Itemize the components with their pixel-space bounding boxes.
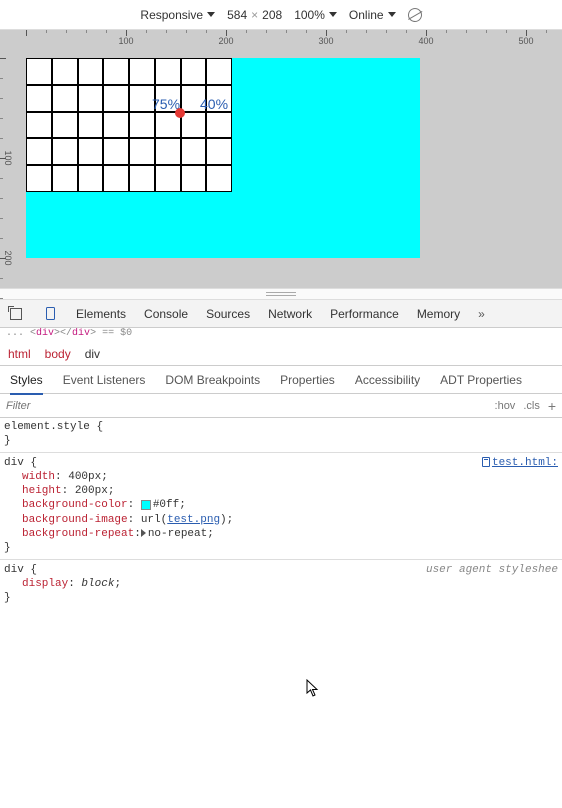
responsive-mode-label: Responsive xyxy=(140,8,203,22)
throttle-dropdown[interactable]: Online xyxy=(349,8,396,22)
more-tabs-button[interactable]: » xyxy=(478,307,485,321)
ruler-horizontal: 100 200 300 400 500 xyxy=(0,30,562,56)
subtab-event-listeners[interactable]: Event Listeners xyxy=(63,373,146,387)
breadcrumb-html[interactable]: html xyxy=(8,347,31,361)
hov-toggle[interactable]: :hov xyxy=(495,400,516,412)
position-y-label: 40% xyxy=(200,96,228,112)
ruler-tick-label: 500 xyxy=(518,36,533,46)
url-link[interactable]: test.png xyxy=(167,514,220,526)
position-grid-overlay[interactable] xyxy=(26,58,232,192)
decl-background-repeat[interactable]: background-repeat:no-repeat; xyxy=(4,527,558,541)
styles-filter-row: :hov .cls + xyxy=(0,394,562,418)
inspect-icon xyxy=(10,308,22,320)
pane-drag-handle[interactable] xyxy=(0,288,562,300)
chevron-down-icon xyxy=(388,12,396,17)
rotate-icon xyxy=(405,5,424,24)
rule-element-style[interactable]: element.style { } xyxy=(4,420,558,449)
decl-background-image[interactable]: background-image: url(test.png); xyxy=(4,513,558,527)
source-link[interactable]: test.html: xyxy=(482,456,558,470)
ruler-vertical: 100 200 xyxy=(0,30,26,288)
throttle-label: Online xyxy=(349,8,384,22)
dom-source-line: ... <div></div> == $0 xyxy=(0,328,562,342)
subtab-styles[interactable]: Styles xyxy=(10,373,43,395)
chevron-down-icon xyxy=(207,12,215,17)
tab-memory[interactable]: Memory xyxy=(417,307,460,321)
tab-network[interactable]: Network xyxy=(268,307,312,321)
subtab-adt-properties[interactable]: ADT Properties xyxy=(440,373,522,387)
cls-toggle[interactable]: .cls xyxy=(523,400,540,412)
color-swatch[interactable] xyxy=(141,500,151,510)
styles-sub-tabs: Styles Event Listeners DOM Breakpoints P… xyxy=(0,366,562,394)
responsive-mode-dropdown[interactable]: Responsive xyxy=(140,8,215,22)
tab-console[interactable]: Console xyxy=(144,307,188,321)
device-icon xyxy=(46,307,55,320)
subtab-accessibility[interactable]: Accessibility xyxy=(355,373,420,387)
zoom-dropdown[interactable]: 100% xyxy=(294,8,337,22)
ruler-tick-label: 200 xyxy=(218,36,233,46)
dimension-x: × xyxy=(251,8,258,22)
rotate-button[interactable] xyxy=(408,8,422,22)
subtab-dom-breakpoints[interactable]: DOM Breakpoints xyxy=(165,373,260,387)
ruler-tick-label: 100 xyxy=(118,36,133,46)
breadcrumb-div[interactable]: div xyxy=(85,347,100,361)
rule-div-ua[interactable]: user agent styleshee div { display: bloc… xyxy=(4,563,558,606)
ruler-tick-label: 100 xyxy=(3,150,13,165)
rule-div-author[interactable]: test.html: div { width: 400px; height: 2… xyxy=(4,456,558,556)
styles-pane: element.style { } test.html: div { width… xyxy=(0,418,562,610)
new-style-rule-button[interactable]: + xyxy=(548,398,556,414)
subtab-properties[interactable]: Properties xyxy=(280,373,335,387)
zoom-label: 100% xyxy=(294,8,325,22)
ruler-tick-label: 300 xyxy=(318,36,333,46)
position-dot[interactable] xyxy=(175,108,185,118)
decl-width[interactable]: width: 400px; xyxy=(4,470,558,484)
selector: div xyxy=(4,564,24,576)
ua-stylesheet-label: user agent styleshee xyxy=(426,563,558,577)
expand-shorthand-icon[interactable] xyxy=(141,529,146,537)
mouse-cursor-icon xyxy=(306,679,320,697)
file-icon xyxy=(482,457,490,467)
dimensions: 584 × 208 xyxy=(227,8,282,22)
devtools-main-tabs: Elements Console Sources Network Perform… xyxy=(0,300,562,328)
tab-elements[interactable]: Elements xyxy=(76,307,126,321)
tab-sources[interactable]: Sources xyxy=(206,307,250,321)
viewport-width[interactable]: 584 xyxy=(227,8,247,22)
selector: div xyxy=(4,457,24,469)
drag-handle-icon xyxy=(266,292,296,296)
selector: element.style xyxy=(4,421,90,433)
chevron-down-icon xyxy=(329,12,337,17)
tab-performance[interactable]: Performance xyxy=(330,307,399,321)
ruler-tick-label: 400 xyxy=(418,36,433,46)
ruler-tick-label: 200 xyxy=(3,250,13,265)
decl-height[interactable]: height: 200px; xyxy=(4,484,558,498)
styles-filter-input[interactable] xyxy=(6,400,487,412)
inspect-element-button[interactable] xyxy=(8,306,24,322)
viewport-height[interactable]: 208 xyxy=(262,8,282,22)
dom-breadcrumb: html body div xyxy=(0,342,562,366)
breadcrumb-body[interactable]: body xyxy=(45,347,71,361)
toggle-device-button[interactable] xyxy=(42,306,58,322)
decl-background-color[interactable]: background-color: #0ff; xyxy=(4,498,558,512)
decl-display[interactable]: display: block; xyxy=(4,577,558,591)
device-toolbar: Responsive 584 × 208 100% Online xyxy=(0,0,562,30)
device-viewport: 100200300400500 100200 75% 40% xyxy=(0,30,562,288)
